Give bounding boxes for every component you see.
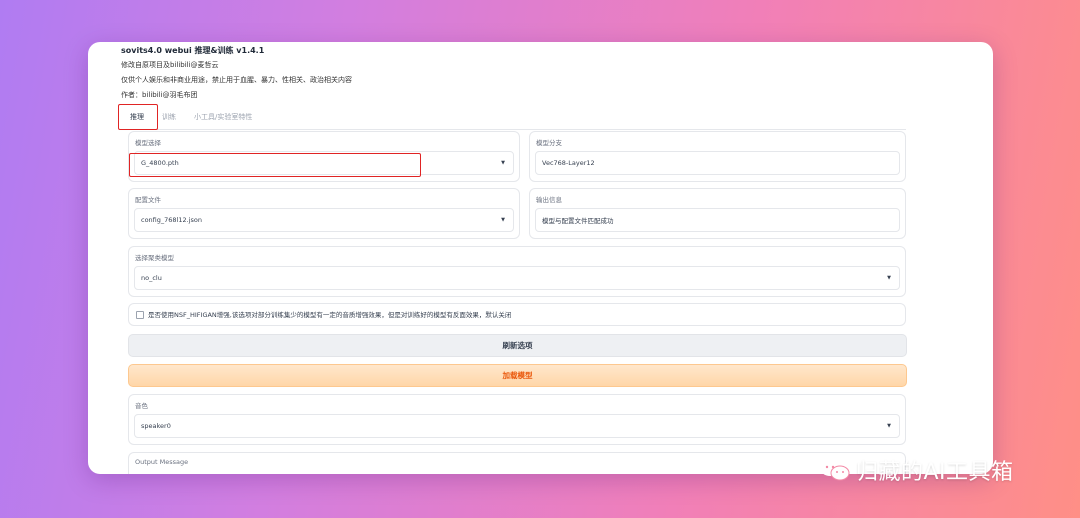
config-file-value: config_768l12.json bbox=[141, 216, 202, 224]
chevron-down-icon: ▼ bbox=[887, 275, 891, 281]
model-select-highlight-box bbox=[129, 153, 421, 177]
output-message-panel: Output Message bbox=[128, 452, 906, 474]
model-branch-field[interactable]: Vec768-Layer12 bbox=[535, 151, 900, 175]
tab-divider bbox=[120, 129, 906, 130]
config-file-dropdown[interactable]: config_768l12.json ▼ bbox=[134, 208, 514, 232]
output-info-label: 输出信息 bbox=[536, 196, 562, 204]
speaker-value: speaker0 bbox=[141, 422, 171, 430]
tab-tools[interactable]: 小工具/实验室特性 bbox=[194, 112, 252, 122]
load-model-button[interactable]: 加载模型 bbox=[128, 364, 907, 387]
wechat-icon bbox=[820, 460, 850, 481]
cluster-model-panel: 选择聚类模型 no_clu ▼ bbox=[128, 246, 906, 297]
watermark-text: 归藏的AI工具箱 bbox=[856, 460, 1014, 485]
header-author-line: 作者：bilibili@羽毛布团 bbox=[121, 91, 198, 99]
nsf-hifigan-checkbox[interactable] bbox=[136, 311, 144, 319]
tab-training[interactable]: 训练 bbox=[162, 112, 176, 122]
model-branch-value: Vec768-Layer12 bbox=[542, 159, 595, 167]
config-file-label: 配置文件 bbox=[135, 196, 161, 204]
speaker-label: 音色 bbox=[135, 402, 148, 410]
output-message-label: Output Message bbox=[135, 458, 189, 466]
cluster-model-dropdown[interactable]: no_clu ▼ bbox=[134, 266, 900, 290]
model-branch-panel: 模型分支 Vec768-Layer12 bbox=[529, 131, 906, 182]
speaker-panel: 音色 speaker0 ▼ bbox=[128, 394, 906, 445]
nsf-hifigan-label[interactable]: 是否使用NSF_HIFIGAN增强,该选项对部分训练集少的模型有一定的音质增强效… bbox=[148, 309, 511, 319]
header-usage-notice: 仅供个人娱乐和非商业用途，禁止用于血腥、暴力、性相关、政治相关内容 bbox=[121, 76, 352, 84]
page-title: sovits4.0 webui 推理&训练 v1.4.1 bbox=[121, 46, 265, 55]
output-info-field[interactable]: 模型与配置文件匹配成功 bbox=[535, 208, 900, 232]
chevron-down-icon: ▼ bbox=[887, 423, 891, 429]
nsf-hifigan-option: 是否使用NSF_HIFIGAN增强,该选项对部分训练集少的模型有一定的音质增强效… bbox=[128, 303, 906, 326]
chevron-down-icon: ▼ bbox=[501, 217, 505, 223]
cluster-model-label: 选择聚类模型 bbox=[135, 254, 174, 262]
tab-highlight-box bbox=[118, 104, 158, 130]
output-info-panel: 输出信息 模型与配置文件匹配成功 bbox=[529, 188, 906, 239]
output-info-value: 模型与配置文件匹配成功 bbox=[542, 217, 614, 225]
cluster-model-value: no_clu bbox=[141, 274, 162, 282]
refresh-options-button[interactable]: 刷新选项 bbox=[128, 334, 907, 357]
header-credit-line: 修改自原项目及bilibili@麦哲云 bbox=[121, 61, 219, 69]
webui-window: sovits4.0 webui 推理&训练 v1.4.1 修改自原项目及bili… bbox=[88, 42, 993, 474]
model-select-label: 模型选择 bbox=[135, 139, 161, 147]
speaker-dropdown[interactable]: speaker0 ▼ bbox=[134, 414, 900, 438]
chevron-down-icon: ▼ bbox=[501, 160, 505, 166]
watermark: 归藏的AI工具箱 bbox=[818, 454, 1014, 486]
model-branch-label: 模型分支 bbox=[536, 139, 562, 147]
config-file-panel: 配置文件 config_768l12.json ▼ bbox=[128, 188, 520, 239]
